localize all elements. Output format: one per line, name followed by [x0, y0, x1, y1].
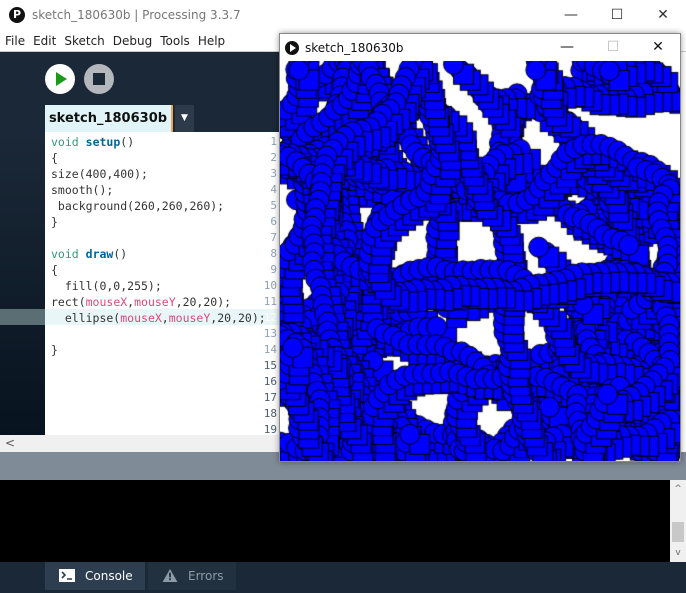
- line-number: 1: [270, 135, 277, 148]
- line-number: 14: [263, 343, 277, 356]
- tab-errors[interactable]: Errors: [148, 562, 236, 590]
- sketch-maximize-button[interactable]: ☐: [590, 34, 636, 61]
- current-line-gutter-highlight: [0, 309, 45, 325]
- line-number: 11: [263, 295, 277, 308]
- scroll-down-icon[interactable]: v: [670, 548, 686, 558]
- code-line: }: [51, 215, 58, 229]
- horizontal-scrollbar[interactable]: <: [0, 435, 280, 452]
- line-number: 8: [270, 247, 277, 260]
- maximize-button[interactable]: ☐: [594, 0, 640, 30]
- sketch-canvas[interactable]: [280, 61, 680, 461]
- console-output: [0, 480, 670, 562]
- sketch-window: sketch_180630b — ☐ ✕: [279, 33, 681, 462]
- footer-bar: Console Errors: [0, 562, 686, 593]
- scroll-thumb[interactable]: [672, 522, 684, 542]
- sketch-title: sketch_180630b: [305, 40, 404, 55]
- close-button[interactable]: ✕: [640, 0, 686, 30]
- line-number: 16: [263, 375, 277, 388]
- code-line: smooth();: [51, 183, 114, 197]
- code-line: }: [51, 343, 58, 357]
- tab-sketch[interactable]: sketch_180630b: [45, 105, 173, 132]
- code-line: void setup(): [51, 135, 135, 149]
- code-editor[interactable]: 1 2 3 4 5 6 7 8 9 10 11 12 13 14 15 16 17 18 19 void setup…: [0, 132, 280, 436]
- sketch-play-icon: [285, 40, 299, 55]
- sketch-minimize-button[interactable]: —: [544, 34, 590, 61]
- toolbar: sketch_180630b ▼: [0, 52, 280, 132]
- line-number: 2: [270, 151, 277, 164]
- stop-button[interactable]: [84, 64, 114, 94]
- line-number: 9: [270, 263, 277, 276]
- code-line: size(400,400);: [51, 167, 148, 181]
- line-number: 15: [263, 359, 277, 372]
- line-number: 3: [270, 167, 277, 180]
- tab-console[interactable]: Console: [45, 562, 145, 590]
- errors-label: Errors: [188, 569, 224, 583]
- line-number: 17: [263, 391, 277, 404]
- minimize-button[interactable]: —: [548, 0, 594, 30]
- code-line: background(260,260,260);: [51, 199, 225, 213]
- tab-menu-button[interactable]: ▼: [175, 105, 194, 132]
- code-line: ellipse(mouseX,mouseY,20,20);: [51, 311, 266, 325]
- menu-edit[interactable]: Edit: [28, 34, 59, 48]
- menu-file[interactable]: File: [0, 34, 28, 48]
- menu-tools[interactable]: Tools: [155, 34, 193, 48]
- line-number: 18: [263, 407, 277, 420]
- code-line: {: [51, 263, 58, 277]
- line-number: 4: [270, 183, 277, 196]
- code-line: fill(0,0,255);: [51, 279, 162, 293]
- menu-help[interactable]: Help: [193, 34, 228, 48]
- line-number: 7: [270, 231, 277, 244]
- sketch-title-bar: sketch_180630b — ☐ ✕: [280, 34, 680, 61]
- run-button[interactable]: [45, 64, 75, 94]
- line-number: 6: [270, 215, 277, 228]
- menu-debug[interactable]: Debug: [108, 34, 155, 48]
- console-label: Console: [85, 569, 133, 583]
- scroll-up-icon[interactable]: ^: [670, 484, 686, 494]
- console-scrollbar[interactable]: ^ v: [670, 480, 686, 562]
- line-number: 10: [263, 279, 277, 292]
- code-line: {: [51, 151, 58, 165]
- sketch-close-button[interactable]: ✕: [635, 34, 681, 61]
- terminal-icon: [59, 569, 75, 582]
- title-bar: P sketch_180630b | Processing 3.3.7 — ☐ …: [0, 0, 686, 30]
- warning-icon: [162, 569, 178, 582]
- line-number: 5: [270, 199, 277, 212]
- line-gutter: [0, 132, 45, 435]
- code-line: rect(mouseX,mouseY,20,20);: [51, 295, 232, 309]
- menu-sketch[interactable]: Sketch: [59, 34, 107, 48]
- code-line: void draw(): [51, 247, 128, 261]
- processing-logo-icon: P: [9, 7, 25, 23]
- line-number: 13: [263, 327, 277, 340]
- window-title: sketch_180630b | Processing 3.3.7: [32, 8, 241, 22]
